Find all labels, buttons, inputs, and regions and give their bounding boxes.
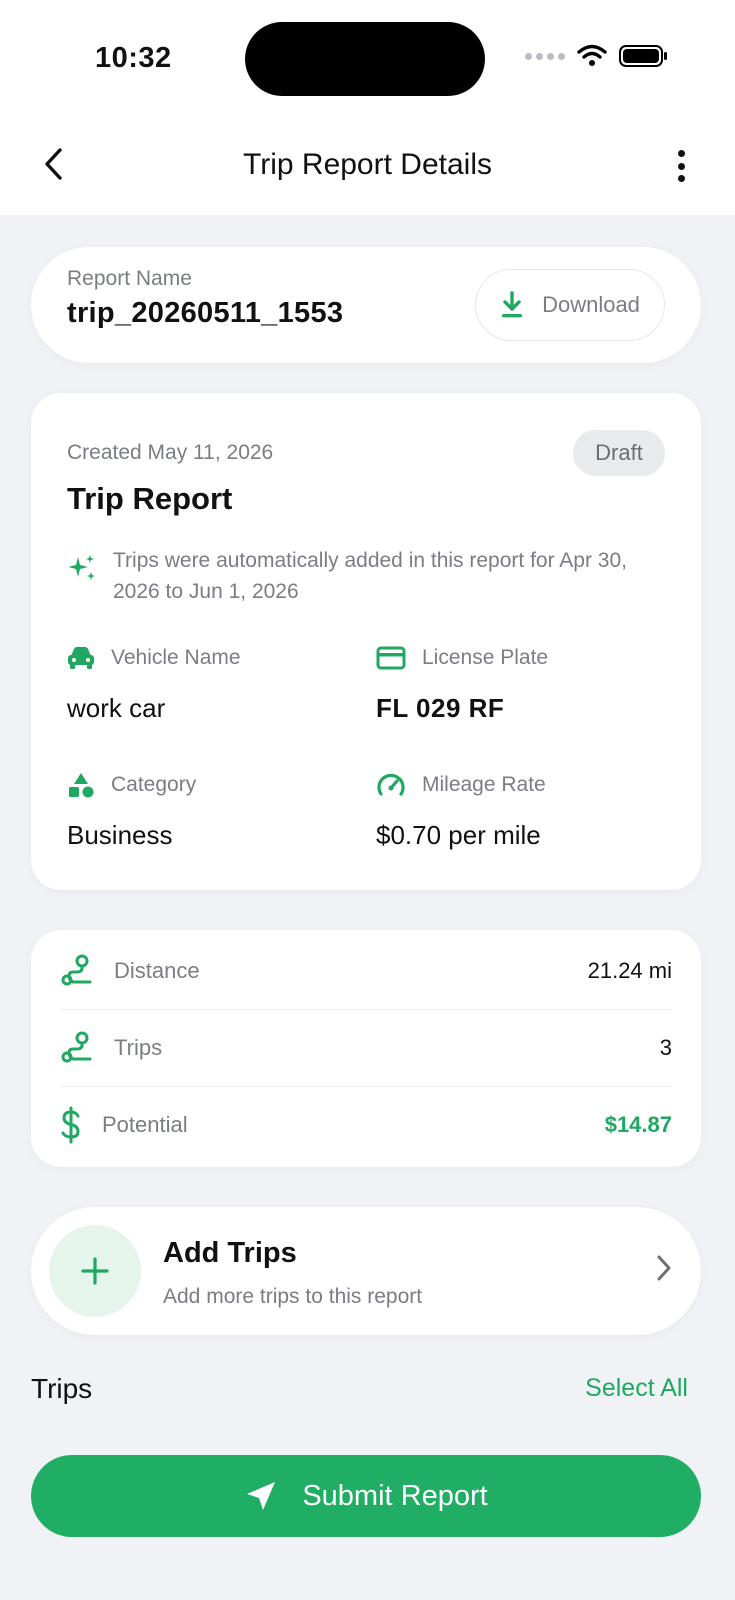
page-title: Trip Report Details bbox=[243, 148, 492, 181]
dynamic-island bbox=[245, 22, 485, 96]
download-button[interactable]: Download bbox=[475, 269, 665, 341]
auto-added-note: Trips were automatically added in this r… bbox=[67, 545, 667, 607]
distance-row: Distance 21.24 mi bbox=[60, 933, 672, 1009]
mileage-rate-value: $0.70 per mile bbox=[376, 820, 541, 850]
report-name-card: Report Name trip_20260511_1553 Download bbox=[31, 247, 701, 363]
cellular-signal-icon bbox=[525, 52, 565, 60]
more-options-button[interactable] bbox=[669, 146, 693, 186]
add-circle bbox=[49, 1225, 141, 1317]
battery-icon bbox=[619, 45, 667, 67]
mileage-rate-label: Mileage Rate bbox=[422, 773, 546, 796]
wifi-icon bbox=[577, 44, 607, 66]
card-icon bbox=[376, 646, 406, 670]
trips-value: 3 bbox=[659, 1035, 672, 1060]
vehicle-value: work car bbox=[67, 693, 166, 723]
select-all-link[interactable]: Select All bbox=[585, 1374, 688, 1403]
add-trips-subtitle: Add more trips to this report bbox=[163, 1285, 423, 1308]
add-trips-card[interactable]: Add Trips Add more trips to this report bbox=[31, 1207, 701, 1335]
vehicle-field: Vehicle Name work car bbox=[67, 643, 241, 724]
stats-card: Distance 21.24 mi Trips 3 Potential $14.… bbox=[31, 930, 701, 1167]
report-name-value: trip_20260511_1553 bbox=[67, 297, 344, 329]
distance-label: Distance bbox=[114, 958, 200, 983]
trips-heading: Trips bbox=[31, 1373, 93, 1404]
chevron-right-icon bbox=[655, 1253, 673, 1288]
trips-row: Trips 3 bbox=[60, 1010, 672, 1086]
license-plate-label: License Plate bbox=[422, 646, 549, 669]
distance-value: 21.24 mi bbox=[587, 958, 672, 983]
submit-report-label: Submit Report bbox=[302, 1479, 488, 1512]
category-label: Category bbox=[111, 773, 197, 796]
status-icons bbox=[525, 44, 669, 68]
top-bar: 10:32 Trip Report Details bbox=[0, 0, 735, 215]
send-icon bbox=[247, 1482, 276, 1510]
download-label: Download bbox=[542, 292, 640, 317]
report-title: Trip Report bbox=[67, 481, 233, 516]
shapes-icon bbox=[69, 773, 94, 798]
dollar-icon bbox=[61, 1106, 80, 1144]
status-time: 10:32 bbox=[95, 42, 172, 74]
category-field: Category Business bbox=[67, 770, 196, 851]
speedometer-icon bbox=[377, 773, 405, 796]
add-trips-title: Add Trips bbox=[163, 1237, 297, 1269]
category-value: Business bbox=[67, 820, 173, 850]
download-icon bbox=[502, 291, 523, 318]
route-icon bbox=[61, 954, 92, 986]
potential-value: $14.87 bbox=[604, 1112, 672, 1137]
vehicle-label: Vehicle Name bbox=[111, 646, 241, 669]
license-plate-field: License Plate FL 029 RF bbox=[376, 643, 548, 724]
submit-report-button[interactable]: Submit Report bbox=[31, 1455, 701, 1537]
auto-added-text: Trips were automatically added in this r… bbox=[113, 549, 627, 603]
trips-label: Trips bbox=[114, 1035, 163, 1060]
report-details-card: Created May 11, 2026 Draft Trip Report T… bbox=[31, 393, 701, 890]
sparkles-icon bbox=[68, 555, 95, 580]
car-icon bbox=[68, 647, 94, 669]
plus-icon bbox=[81, 1257, 109, 1285]
route-icon bbox=[61, 1031, 92, 1063]
potential-label: Potential bbox=[102, 1112, 188, 1137]
license-plate-value: FL 029 RF bbox=[376, 693, 505, 723]
created-date: Created May 11, 2026 bbox=[67, 441, 274, 464]
report-name-label: Report Name bbox=[67, 267, 192, 290]
potential-row: Potential $14.87 bbox=[60, 1087, 672, 1163]
mileage-rate-field: Mileage Rate $0.70 per mile bbox=[376, 770, 546, 851]
status-badge: Draft bbox=[573, 430, 665, 476]
